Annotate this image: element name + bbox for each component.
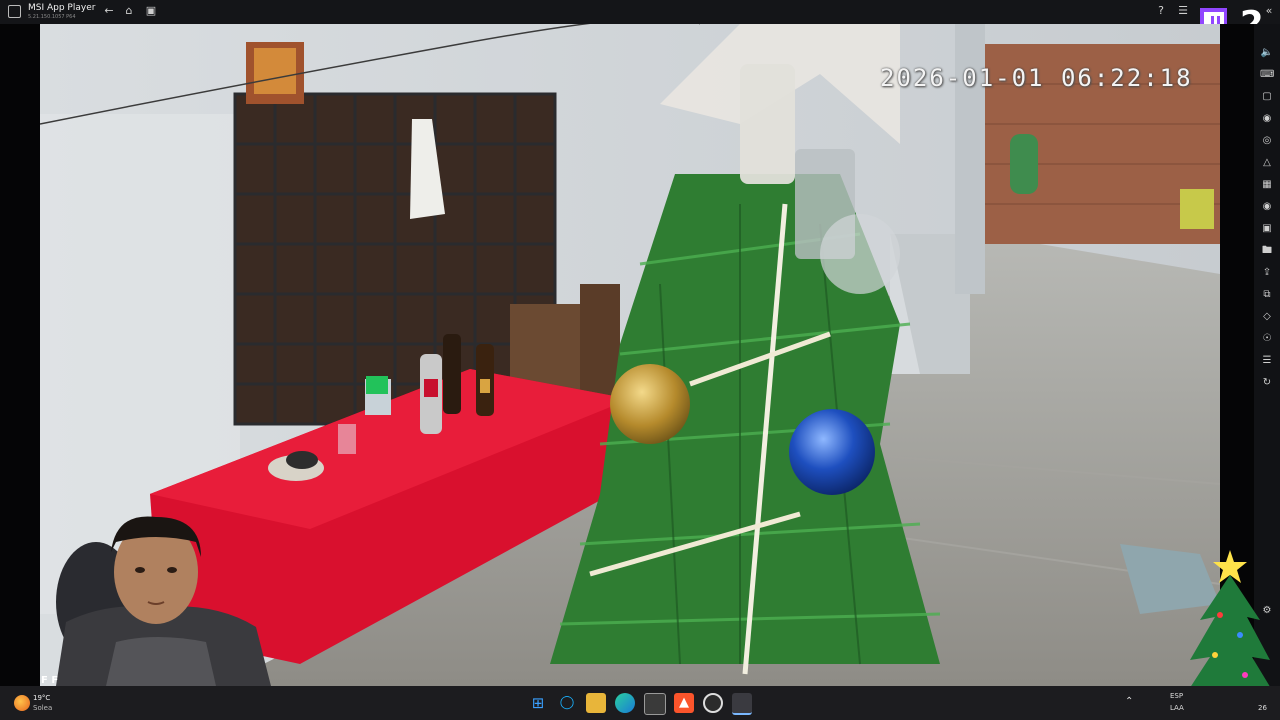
windows-taskbar: 19°C Solea ⊞ ◯ ▲ ⌃ ESP LAA 26 xyxy=(0,686,1280,720)
macro-icon[interactable]: ◉ xyxy=(1260,112,1274,126)
tabs-icon[interactable]: ▣ xyxy=(144,4,158,18)
folder-icon[interactable]: 🖿 xyxy=(1260,244,1274,258)
left-letterbox xyxy=(0,24,40,686)
obs-icon[interactable] xyxy=(703,693,723,713)
home-icon[interactable]: ⌂ xyxy=(122,4,136,18)
sync-icon[interactable]: ↻ xyxy=(1260,376,1274,390)
window-title: MSI App Player xyxy=(28,3,96,13)
weather-condition: Solea xyxy=(33,704,53,712)
file-explorer-icon[interactable] xyxy=(586,693,606,713)
window-version: 5.21.150.1057 P64 xyxy=(28,14,76,20)
weather-icon[interactable] xyxy=(14,695,30,711)
edge-icon[interactable] xyxy=(615,693,635,713)
clock-date[interactable]: 26 xyxy=(1258,704,1267,712)
record-icon[interactable]: ◎ xyxy=(1260,134,1274,148)
gamepad-icon[interactable]: △ xyxy=(1260,156,1274,170)
brave-icon[interactable]: ▲ xyxy=(674,693,694,713)
windows-start-icon[interactable]: ⊞ xyxy=(528,693,548,713)
cortana-icon[interactable]: ◯ xyxy=(557,693,577,713)
store-icon[interactable] xyxy=(644,693,666,715)
location-icon[interactable]: ☉ xyxy=(1260,332,1274,346)
help-icon[interactable]: ? xyxy=(1154,4,1168,18)
language-layout[interactable]: LAA xyxy=(1170,704,1184,712)
weather-temperature: 19°C xyxy=(33,694,51,702)
capture-icon[interactable]: ▣ xyxy=(1260,222,1274,236)
tray-overflow-icon[interactable]: ⌃ xyxy=(1125,696,1133,707)
screenshot-icon[interactable]: ◉ xyxy=(1260,200,1274,214)
eraser-icon[interactable]: ◇ xyxy=(1260,310,1274,324)
emulator-titlebar: MSI App Player 5.21.150.1057 P64 ← ⌂ ▣ ?… xyxy=(0,0,1280,24)
performance-icon[interactable]: ▦ xyxy=(1260,178,1274,192)
overlay-text: F F xyxy=(41,675,59,686)
back-icon[interactable]: ← xyxy=(102,4,116,18)
app-player-taskbar-icon[interactable] xyxy=(732,693,752,715)
language-indicator[interactable]: ESP xyxy=(1170,692,1183,700)
layers-icon[interactable]: ☰ xyxy=(1260,354,1274,368)
streamer-webcam xyxy=(56,516,271,686)
camera-timestamp: 2026-01-01 06:22:18 xyxy=(880,64,1193,92)
install-icon[interactable]: ⇪ xyxy=(1260,266,1274,280)
multi-instance-icon[interactable]: ⧉ xyxy=(1260,288,1274,302)
screen-icon[interactable]: ▢ xyxy=(1260,90,1274,104)
menu-icon[interactable]: ☰ xyxy=(1176,4,1190,18)
volume-icon[interactable]: 🔈 xyxy=(1260,46,1274,60)
app-logo-icon xyxy=(8,5,21,18)
keyboard-icon[interactable]: ⌨ xyxy=(1260,68,1274,82)
collapse-icon[interactable]: « xyxy=(1262,4,1276,18)
